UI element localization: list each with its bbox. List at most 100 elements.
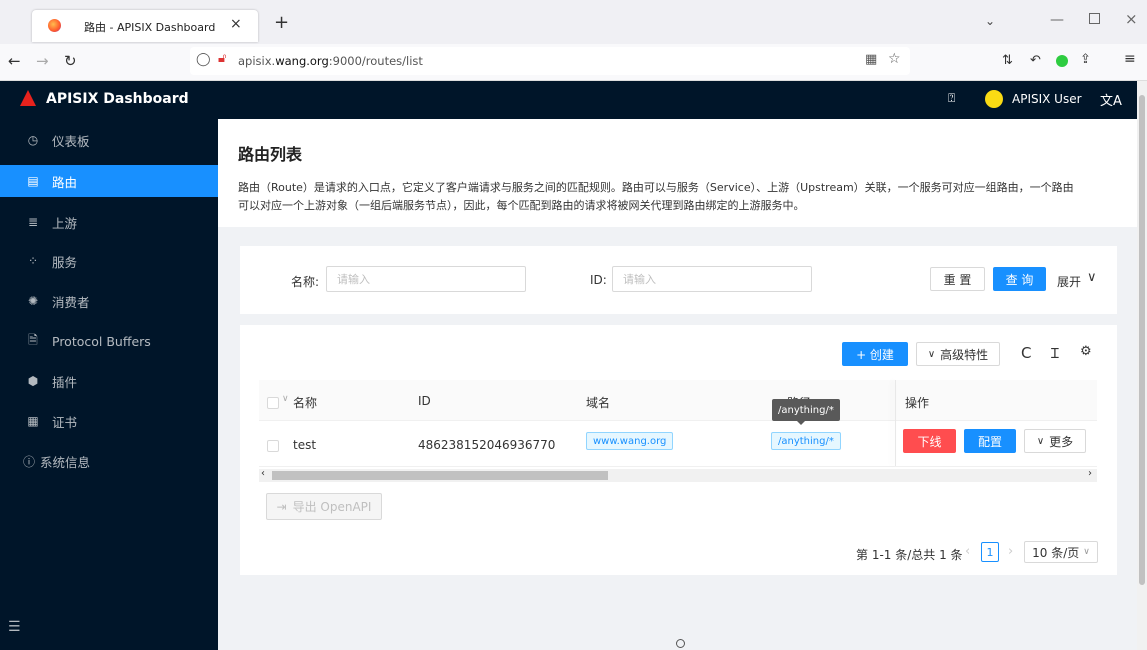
app-header: APISIX Dashboard ⍰ APISIX User 文A <box>0 81 1137 119</box>
page-size-select[interactable]: 10 条/页 ∨ <box>1024 541 1098 563</box>
query-button[interactable]: 查 询 <box>993 267 1046 291</box>
reload-table-icon[interactable]: C <box>1021 344 1031 362</box>
collapse-sidebar-icon[interactable]: ☰ <box>8 619 21 635</box>
row-checkbox[interactable] <box>267 440 279 452</box>
prev-page-icon[interactable]: ‹ <box>965 544 970 559</box>
chevron-down-icon[interactable]: ∨ <box>1087 270 1097 285</box>
sidebar-item-system-info[interactable]: ⓘ 系统信息 <box>0 445 218 477</box>
page-header: 路由列表 路由（Route）是请求的入口点，它定义了客户端请求与服务之间的匹配规… <box>218 119 1137 227</box>
path-tooltip: /anything/* <box>772 399 840 421</box>
sidebar-item-certificates[interactable]: ▦ 证书 <box>0 405 218 437</box>
sidebar-item-dashboard[interactable]: ◷ 仪表板 <box>0 124 218 156</box>
user-name[interactable]: APISIX User <box>1012 92 1082 106</box>
name-label: 名称: <box>291 275 320 289</box>
export-openapi-label: 导出 OpenAPI <box>292 500 372 514</box>
forward-icon[interactable]: → <box>36 52 49 70</box>
shield-icon: ◯ <box>196 52 211 67</box>
tab-title: 路由 - APISIX Dashboard <box>84 21 216 34</box>
service-icon: ⁘ <box>27 254 39 268</box>
chevron-down-icon: ∨ <box>927 348 936 360</box>
bookmark-star-icon[interactable]: ☆ <box>888 51 901 67</box>
export-openapi-button: ⇥ 导出 OpenAPI <box>266 493 382 520</box>
column-header-host[interactable]: 域名 <box>586 394 610 411</box>
row-id: 486238152046936770 <box>418 438 556 452</box>
table-scrollbar-thumb[interactable] <box>272 471 608 480</box>
sidebar-item-protocol-buffers[interactable]: 🗎 Protocol Buffers <box>0 325 218 357</box>
configure-button[interactable]: 配置 <box>964 429 1016 453</box>
extension-icon[interactable]: ⇅ <box>1002 53 1013 68</box>
browser-tab[interactable]: 路由 - APISIX Dashboard × <box>32 10 258 42</box>
row-path-tag: /anything/* <box>771 432 841 450</box>
select-dropdown-icon[interactable]: ∨ <box>282 394 289 404</box>
sidebar-item-label: 插件 <box>52 374 78 390</box>
offline-button[interactable]: 下线 <box>903 429 956 453</box>
sidebar-item-label: 消费者 <box>52 294 90 310</box>
sidebar-item-label: 证书 <box>52 414 78 430</box>
sidebar-item-label: Protocol Buffers <box>52 333 151 349</box>
search-form: 名称: 请输入 ID: 请输入 重 置 查 询 展开 ∨ <box>240 246 1117 314</box>
tab-list-icon[interactable]: ⌄ <box>985 14 995 28</box>
table-header-row <box>259 380 1097 421</box>
reload-icon[interactable]: ↻ <box>64 52 77 70</box>
new-tab-button[interactable]: + <box>274 12 289 33</box>
chevron-down-icon: ∨ <box>1083 547 1090 557</box>
name-input[interactable]: 请输入 <box>326 266 526 292</box>
more-button[interactable]: ∨ 更多 <box>1024 429 1086 453</box>
page-scrollbar-thumb[interactable] <box>1139 95 1145 585</box>
sidebar: ◷ 仪表板 ▤ 路由 ≣ 上游 ⁘ 服务 ✺ 消费者 🗎 Protocol Buffers … <box>0 119 218 650</box>
sidebar-item-plugins[interactable]: ⬢ 插件 <box>0 365 218 397</box>
select-all-checkbox[interactable] <box>267 397 279 409</box>
id-input[interactable]: 请输入 <box>612 266 812 292</box>
maximize-icon[interactable] <box>1089 13 1100 24</box>
menu-icon[interactable]: ≡ <box>1124 51 1136 67</box>
dashboard-icon: ◷ <box>27 133 39 147</box>
url-path: :9000/routes/list <box>328 54 423 68</box>
tab-close-icon[interactable]: × <box>230 16 242 32</box>
upstream-icon: ≣ <box>27 215 39 229</box>
create-button[interactable]: + 创建 <box>842 342 908 366</box>
next-page-icon[interactable]: › <box>1008 544 1013 559</box>
column-header-name[interactable]: 名称 <box>293 394 317 411</box>
url-host: wang.org <box>275 54 329 68</box>
column-height-icon[interactable]: Ɪ <box>1051 344 1059 363</box>
advanced-features-button[interactable]: ∨ 高级特性 <box>916 342 1000 366</box>
scroll-left-icon[interactable]: ‹ <box>261 468 265 479</box>
firefox-icon <box>48 19 61 32</box>
route-icon: ▤ <box>27 174 39 188</box>
green-extension-icon[interactable] <box>1056 55 1068 67</box>
scroll-right-icon[interactable]: › <box>1088 468 1092 479</box>
file-icon: 🗎 <box>28 332 38 347</box>
actions-column-shadow <box>895 380 896 466</box>
undo-icon[interactable]: ↶ <box>1030 53 1041 68</box>
language-icon[interactable]: 文A <box>1100 90 1122 109</box>
url-prefix: apisix. <box>238 54 276 68</box>
sidebar-item-services[interactable]: ⁘ 服务 <box>0 245 218 277</box>
close-window-icon[interactable]: × <box>1125 10 1138 28</box>
reset-button[interactable]: 重 置 <box>930 267 985 291</box>
page-1-button[interactable]: 1 <box>981 542 999 562</box>
back-icon[interactable]: ← <box>8 52 21 70</box>
sidebar-item-label: 服务 <box>52 254 78 270</box>
row-host-tag: www.wang.org <box>586 432 674 450</box>
advanced-features-label: 高级特性 <box>940 347 989 362</box>
minimize-icon[interactable]: — <box>1050 12 1064 28</box>
page-description-line2: 可以对应一个上游对象（一组后端服务节点），因此，每个匹配到路由的请求将被网关代理… <box>238 199 805 212</box>
user-avatar-icon[interactable] <box>985 90 1003 108</box>
url-bar[interactable]: ◯ 🔓︎ apisix.wang.org:9000/routes/list ▦ … <box>190 47 910 75</box>
help-icon[interactable]: ⍰ <box>948 91 955 106</box>
sidebar-item-upstream[interactable]: ≣ 上游 <box>0 206 218 238</box>
pagination-summary: 第 1-1 条/总共 1 条 <box>856 548 963 562</box>
brand-title[interactable]: APISIX Dashboard <box>46 91 189 107</box>
settings-icon[interactable]: ⚙ <box>1080 344 1092 359</box>
mouse-cursor-icon <box>676 639 685 648</box>
column-header-id[interactable]: ID <box>418 394 431 408</box>
path-tooltip-text: /anything/* <box>778 404 834 416</box>
share-icon[interactable]: ⇪ <box>1080 52 1091 67</box>
qr-code-icon[interactable]: ▦ <box>865 52 877 67</box>
sidebar-item-routes[interactable]: ▤ 路由 <box>0 165 218 197</box>
sidebar-item-consumers[interactable]: ✺ 消费者 <box>0 285 218 317</box>
sidebar-item-label: 系统信息 <box>40 454 91 470</box>
expand-link[interactable]: 展开 <box>1057 273 1081 290</box>
sidebar-item-label: 上游 <box>52 215 78 231</box>
page-description-line1: 路由（Route）是请求的入口点，它定义了客户端请求与服务之间的匹配规则。路由可… <box>238 181 1074 194</box>
